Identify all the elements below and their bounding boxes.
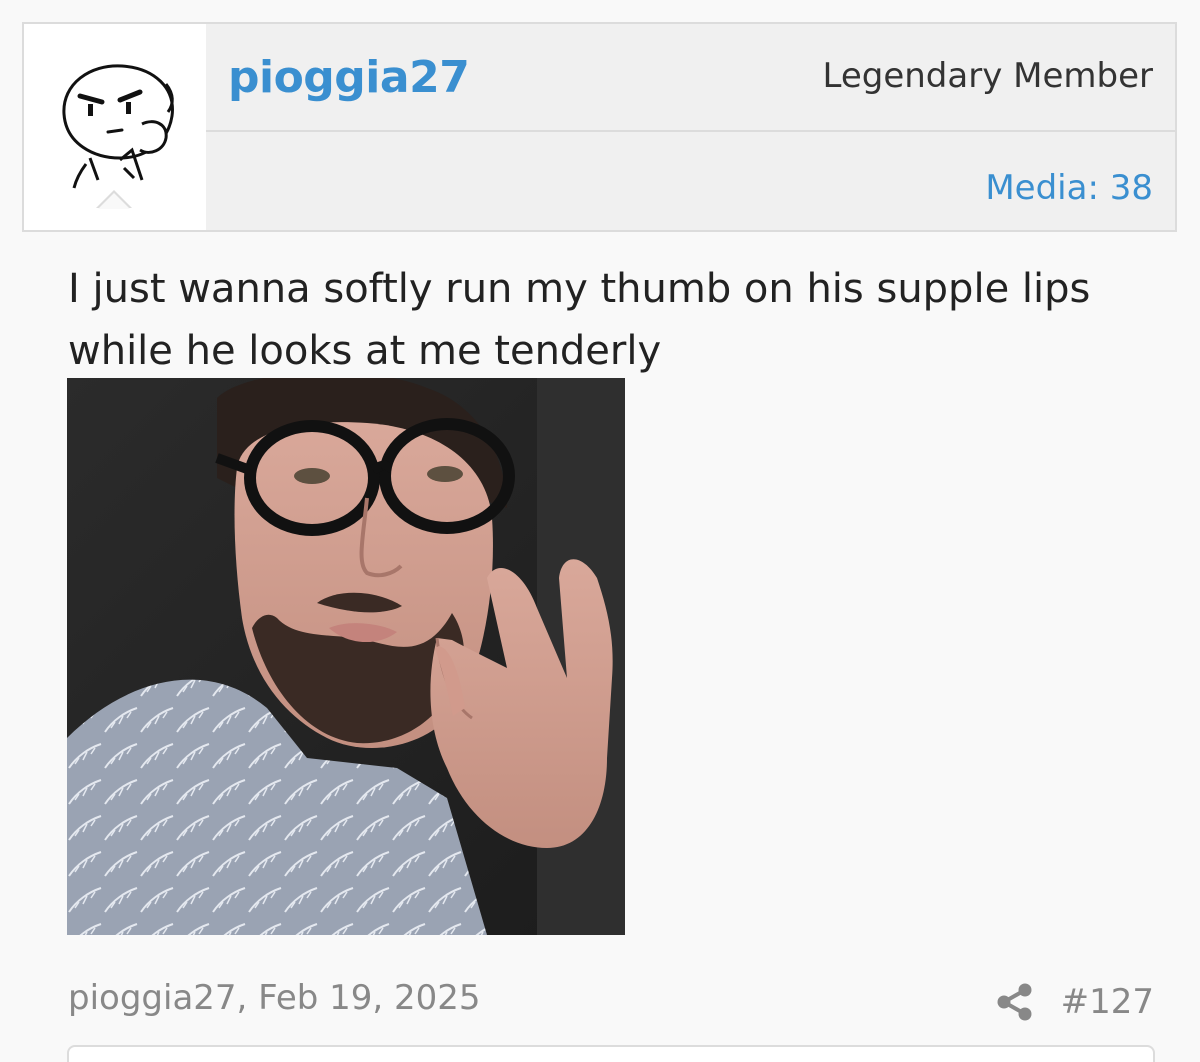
post-number-link[interactable]: #127 <box>1061 982 1154 1022</box>
selfie-photo-illustration <box>67 378 625 935</box>
user-info-bottom: Media: 38 <box>206 132 1175 230</box>
post-photo[interactable] <box>67 378 625 935</box>
post-message: I just wanna softly run my thumb on his … <box>68 266 1091 374</box>
user-title: Legendary Member <box>822 56 1154 96</box>
caret-pointer-inner <box>98 193 130 209</box>
username-link[interactable]: pioggia27 <box>228 52 470 103</box>
share-icon[interactable] <box>996 982 1034 1022</box>
user-info-top: pioggia27 Legendary Member <box>206 24 1175 132</box>
forum-post: pioggia27 Legendary Member Media: 38 I j… <box>0 0 1200 1062</box>
avatar[interactable] <box>50 54 186 190</box>
user-card: pioggia27 Legendary Member Media: 38 <box>22 22 1177 232</box>
media-count-link[interactable]: Media: 38 <box>985 168 1153 208</box>
next-post-container <box>67 1045 1155 1062</box>
post-meta[interactable]: pioggia27, Feb 19, 2025 <box>68 978 481 1018</box>
